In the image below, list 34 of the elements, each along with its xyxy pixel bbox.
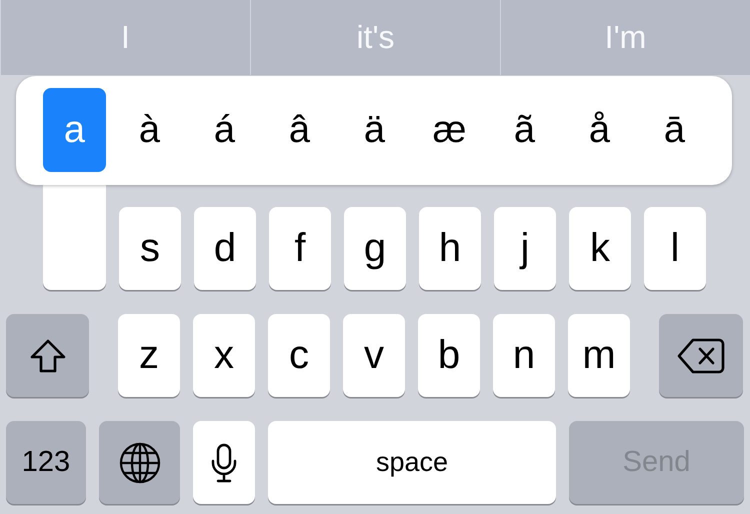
letter-key[interactable]: d bbox=[194, 207, 256, 290]
microphone-icon bbox=[211, 442, 237, 482]
accent-option[interactable]: à bbox=[118, 88, 181, 172]
letter-key[interactable]: n bbox=[493, 314, 555, 397]
accent-option[interactable]: â bbox=[268, 88, 331, 172]
letter-key[interactable]: j bbox=[494, 207, 556, 290]
dictation-key[interactable] bbox=[193, 421, 255, 504]
letter-key[interactable]: l bbox=[644, 207, 706, 290]
letter-key[interactable]: f bbox=[269, 207, 331, 290]
accent-option[interactable]: ã bbox=[493, 88, 556, 172]
letter-key[interactable]: k bbox=[569, 207, 631, 290]
accent-option[interactable]: ā bbox=[643, 88, 706, 172]
shift-key[interactable] bbox=[6, 314, 89, 397]
delete-key[interactable] bbox=[659, 314, 743, 397]
accent-option[interactable]: å bbox=[568, 88, 631, 172]
accent-option[interactable]: á bbox=[193, 88, 256, 172]
space-key[interactable]: space bbox=[268, 421, 556, 504]
letter-key[interactable]: s bbox=[119, 207, 181, 290]
letter-key[interactable]: m bbox=[568, 314, 630, 397]
letter-key[interactable]: h bbox=[419, 207, 481, 290]
accent-option[interactable]: ä bbox=[343, 88, 406, 172]
numbers-key[interactable]: 123 bbox=[6, 421, 86, 504]
letter-key[interactable]: b bbox=[418, 314, 480, 397]
accent-option[interactable]: a bbox=[43, 88, 106, 172]
globe-icon bbox=[118, 442, 160, 484]
shift-icon bbox=[30, 338, 66, 372]
letter-key[interactable]: c bbox=[268, 314, 330, 397]
globe-key[interactable] bbox=[99, 421, 180, 504]
accent-option[interactable]: æ bbox=[418, 88, 481, 172]
backspace-icon bbox=[677, 338, 725, 374]
letter-key[interactable]: x bbox=[193, 314, 255, 397]
letter-key[interactable]: g bbox=[344, 207, 406, 290]
letter-key[interactable]: z bbox=[118, 314, 180, 397]
letter-key[interactable]: v bbox=[343, 314, 405, 397]
